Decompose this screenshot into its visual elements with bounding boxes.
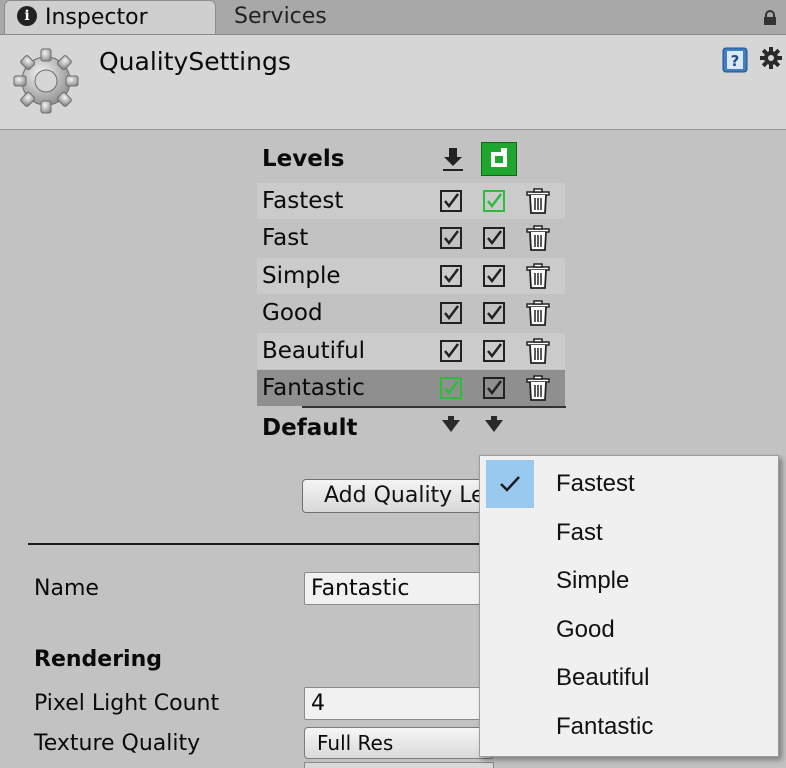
dropdown-option-label: Good [556,616,615,643]
help-icon[interactable]: ? [722,47,748,73]
dropdown-option-fastest[interactable]: Fastest [480,460,778,508]
settings-gear-icon[interactable] [760,47,782,69]
pixel-light-count-input[interactable]: 4 [304,687,494,720]
default-standalone-dropdown-arrow-icon[interactable] [442,416,460,432]
level-label: Simple [262,263,341,289]
dropdown-option-label: Fast [556,519,603,546]
level-checkbox-android[interactable] [483,377,505,399]
tab-bar: i Inspector Services [0,0,786,35]
name-label: Name [34,576,99,601]
tab-inspector-label: Inspector [45,5,148,30]
level-label: Fastest [262,188,344,214]
tab-services[interactable]: Services [226,0,426,34]
default-label: Default [262,415,358,441]
dropdown-option-fantastic[interactable]: Fantastic [480,703,778,751]
level-checkbox-android[interactable] [483,190,505,212]
next-field-edge [304,762,494,768]
dropdown-option-simple[interactable]: Simple [480,557,778,605]
download-platform-icon [443,148,463,171]
component-title: QualitySettings [99,47,291,76]
level-row-simple[interactable]: Simple [257,258,565,294]
trash-icon[interactable] [524,187,552,215]
level-row-fast[interactable]: Fast [257,220,565,256]
dropdown-option-label: Fantastic [556,713,654,740]
dropdown-option-beautiful[interactable]: Beautiful [480,654,778,702]
name-input[interactable]: Fantastic [304,572,494,605]
android-platform-icon[interactable] [481,142,517,176]
texture-quality-select[interactable]: Full Res [304,727,494,759]
pixel-light-count-label: Pixel Light Count [34,691,220,716]
tab-inspector[interactable]: i Inspector [4,0,216,34]
level-checkbox-standalone[interactable] [440,377,462,399]
level-label: Beautiful [262,338,366,364]
add-quality-level-button[interactable]: Add Quality Level [302,479,502,513]
level-checkbox-standalone[interactable] [440,227,462,249]
trash-icon[interactable] [524,374,552,402]
level-checkbox-standalone[interactable] [440,265,462,287]
level-checkbox-android[interactable] [483,302,505,324]
default-level-dropdown-menu: Fastest Fast Simple Good Beautiful Fanta… [479,455,779,757]
info-icon: i [17,6,37,26]
trash-icon[interactable] [524,299,552,327]
level-row-fantastic[interactable]: Fantastic [257,370,565,406]
level-checkbox-standalone[interactable] [440,302,462,324]
inspector-header: QualitySettings ? [0,35,786,130]
tab-services-label: Services [234,4,327,29]
level-checkbox-android[interactable] [483,340,505,362]
levels-divider [302,406,566,408]
level-checkbox-standalone[interactable] [440,340,462,362]
gear-icon [13,48,79,114]
level-label: Fast [262,225,309,251]
svg-text:?: ? [731,52,740,70]
level-row-beautiful[interactable]: Beautiful [257,333,565,369]
trash-icon[interactable] [524,224,552,252]
texture-quality-label: Texture Quality [34,731,201,756]
trash-icon[interactable] [524,337,552,365]
dropdown-option-label: Fastest [556,470,635,497]
section-divider [28,543,488,545]
trash-icon[interactable] [524,262,552,290]
levels-heading: Levels [262,146,345,172]
lock-icon[interactable] [762,10,778,26]
dropdown-option-fast[interactable]: Fast [480,509,778,557]
dropdown-option-good[interactable]: Good [480,606,778,654]
level-label: Good [262,300,323,326]
rendering-heading: Rendering [34,647,162,672]
dropdown-option-label: Simple [556,567,630,594]
level-checkbox-android[interactable] [483,227,505,249]
dropdown-option-label: Beautiful [556,664,650,691]
level-checkbox-android[interactable] [483,265,505,287]
selected-highlight [486,460,534,508]
level-label: Fantastic [262,375,365,401]
level-checkbox-standalone[interactable] [440,190,462,212]
default-android-dropdown-arrow-icon[interactable] [485,416,503,432]
level-row-fastest[interactable]: Fastest [257,183,565,219]
level-row-good[interactable]: Good [257,295,565,331]
checkmark-icon [500,476,520,492]
